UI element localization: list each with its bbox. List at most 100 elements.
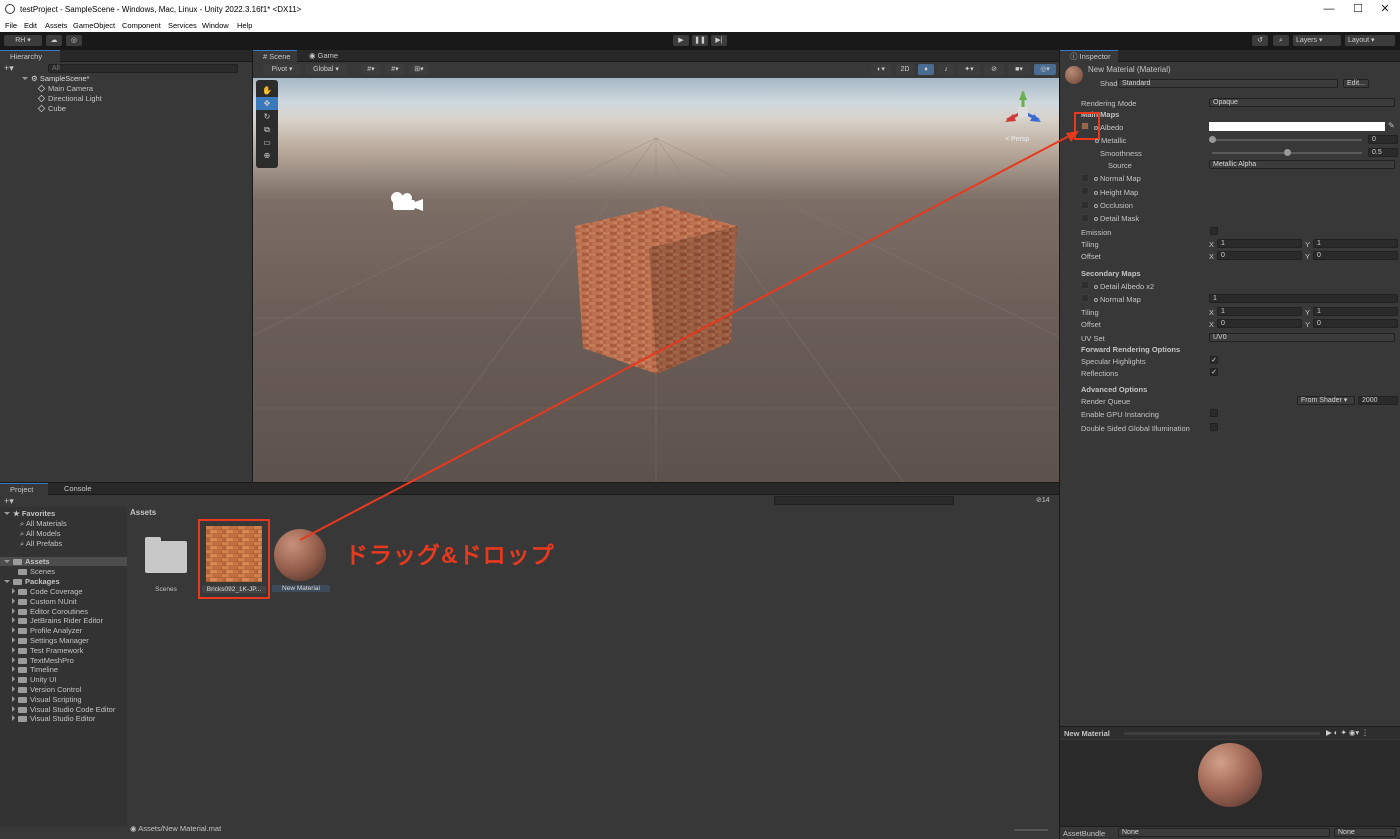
expand-icon[interactable] [12,617,15,624]
account-button[interactable]: RH ▾ [4,35,42,46]
expand-icon[interactable] [12,627,15,634]
tree-package-item[interactable]: Visual Studio Code Editor [12,705,115,714]
tree-package-item[interactable]: Test Framework [12,646,83,655]
sec-offset-y-field[interactable]: 0 [1313,319,1398,328]
menu-gameobject[interactable]: GameObject [73,21,115,30]
cloud-icon[interactable]: ☁ [46,35,62,46]
maximize-button[interactable]: ☐ [1343,0,1373,19]
shader-edit-button[interactable]: Edit... [1343,79,1369,88]
height-map-slot[interactable] [1081,187,1089,195]
draw-mode-icon[interactable]: ◐▾ [871,64,891,75]
metallic-value[interactable]: 0 [1368,135,1398,144]
detail-mask-slot[interactable] [1081,214,1089,222]
grid-item-bricks-texture[interactable]: Bricks092_1K-JP... [198,519,270,599]
global-dropdown[interactable]: Global ▾ [305,64,347,75]
smoothness-slider-knob[interactable] [1283,149,1291,156]
sec-tiling-y-field[interactable]: 1 [1313,307,1398,316]
assetbundle-dropdown[interactable]: None [1118,828,1330,837]
assets-folder[interactable]: Assets [0,557,127,566]
tree-package-item[interactable]: Code Coverage [12,587,83,596]
gizmos-icon[interactable]: ◎▾ [1034,64,1056,75]
rendering-mode-dropdown[interactable]: Opaque [1209,98,1395,107]
preview-area[interactable] [1060,740,1400,826]
step-icon[interactable]: ▶| [711,35,727,46]
tab-scene[interactable]: # Scene [253,50,297,62]
tab-hierarchy[interactable]: Hierarchy [0,50,60,62]
expand-icon[interactable] [12,686,15,692]
add-icon[interactable]: +▾ [4,63,14,74]
grid-snap-icon[interactable]: #▾ [361,64,381,75]
orientation-gizmo[interactable] [1005,90,1041,122]
pause-icon[interactable]: ❚❚ [692,35,708,46]
tree-package-item[interactable]: Unity UI [12,675,57,684]
persp-label[interactable]: < Persp [1005,136,1029,143]
preview-resize-bar[interactable] [1124,732,1320,735]
tab-inspector[interactable]: ⓘ Inspector [1060,50,1118,62]
layers-dropdown[interactable]: Layers ▾ [1293,35,1341,46]
hierarchy-item-main-camera[interactable]: Main Camera [37,84,93,93]
reflections-checkbox[interactable]: ✓ [1210,368,1218,376]
history-icon[interactable]: ↺ [1252,35,1268,46]
sec-tiling-x-field[interactable]: 1 [1217,307,1302,316]
expand-icon[interactable] [12,715,15,722]
hierarchy-search-input[interactable]: All [48,64,238,73]
pivot-dropdown[interactable]: Pivot ▾ [263,64,301,75]
smoothness-slider[interactable] [1212,149,1362,156]
tree-package-item[interactable]: TextMeshPro [12,656,74,665]
hidden-objects-icon[interactable]: ⊘ [984,64,1004,75]
lighting-icon[interactable]: ♦ [918,64,934,75]
camera-settings-icon[interactable]: ■▾ [1008,64,1030,75]
render-queue-value[interactable]: 2000 [1358,396,1398,405]
packages-folder[interactable]: Packages [4,577,60,586]
specular-checkbox[interactable]: ✓ [1210,356,1218,364]
gpu-instancing-checkbox[interactable] [1210,409,1218,417]
menu-assets[interactable]: Assets [45,21,68,30]
eyedropper-icon[interactable]: ✎ [1388,121,1395,130]
menu-component[interactable]: Component [122,21,161,30]
offset-y-field[interactable]: 0 [1313,251,1398,260]
tree-package-item[interactable]: Editor Coroutines [12,607,88,616]
tree-package-item[interactable]: Settings Manager [12,636,89,645]
secondary-normal-slot[interactable] [1081,294,1089,302]
thumbnail-size-slider[interactable] [1014,829,1048,831]
snap-icon[interactable]: ⊞▾ [409,64,429,75]
tiling-x-field[interactable]: 1 [1217,239,1302,248]
favorite-all-models[interactable]: ⌕ All Models [20,529,60,539]
expand-icon[interactable] [12,676,15,683]
assetbundle-variant-dropdown[interactable]: None [1334,828,1396,837]
secondary-normal-scale[interactable]: 1 [1209,294,1398,303]
tree-package-item[interactable]: Custom NUnit [12,597,77,606]
transform-tool-icon[interactable]: ⊕ [256,149,278,162]
smoothness-value[interactable]: 0.5 [1368,148,1398,157]
shader-dropdown[interactable]: Standard [1118,79,1338,88]
double-sided-checkbox[interactable] [1210,423,1218,431]
tree-package-item[interactable]: Timeline [12,665,58,674]
menu-file[interactable]: File [5,21,17,30]
scale-tool-icon[interactable]: ⧉ [256,123,278,136]
source-dropdown[interactable]: Metallic Alpha [1209,160,1395,169]
scene-root[interactable]: ⚙ SampleScene* [22,74,89,83]
project-search-input[interactable] [774,496,954,505]
effects-icon[interactable]: ✦▾ [958,64,980,75]
sec-offset-x-field[interactable]: 0 [1217,319,1302,328]
audio-icon[interactable]: ♪ [938,64,954,75]
hand-tool-icon[interactable]: ✋ [256,84,278,97]
tree-package-item[interactable]: Profile Analyzer [12,626,82,635]
metallic-slider[interactable] [1208,136,1362,143]
expand-icon[interactable] [12,646,15,653]
snap-increment-icon[interactable]: #▾ [385,64,405,75]
favorite-all-materials[interactable]: ⌕ All Materials [20,519,67,529]
favorite-all-prefabs[interactable]: ⌕ All Prefabs [20,539,62,549]
expand-icon[interactable] [12,607,15,614]
project-breadcrumb[interactable]: Assets [130,508,156,517]
tree-package-item[interactable]: Visual Scripting [12,695,82,704]
scene-viewport[interactable]: < Persp ✋ ✥ ↻ ⧉ ▭ ⊕ [253,78,1059,482]
menu-help[interactable]: Help [237,21,252,30]
layout-dropdown[interactable]: Layout ▾ [1345,35,1395,46]
tree-package-item[interactable]: Version Control [12,685,81,694]
tiling-y-field[interactable]: 1 [1313,239,1398,248]
offset-x-field[interactable]: 0 [1217,251,1302,260]
hierarchy-item-directional-light[interactable]: Directional Light [37,94,102,103]
expand-icon[interactable] [12,637,15,643]
expand-icon[interactable] [12,656,15,663]
